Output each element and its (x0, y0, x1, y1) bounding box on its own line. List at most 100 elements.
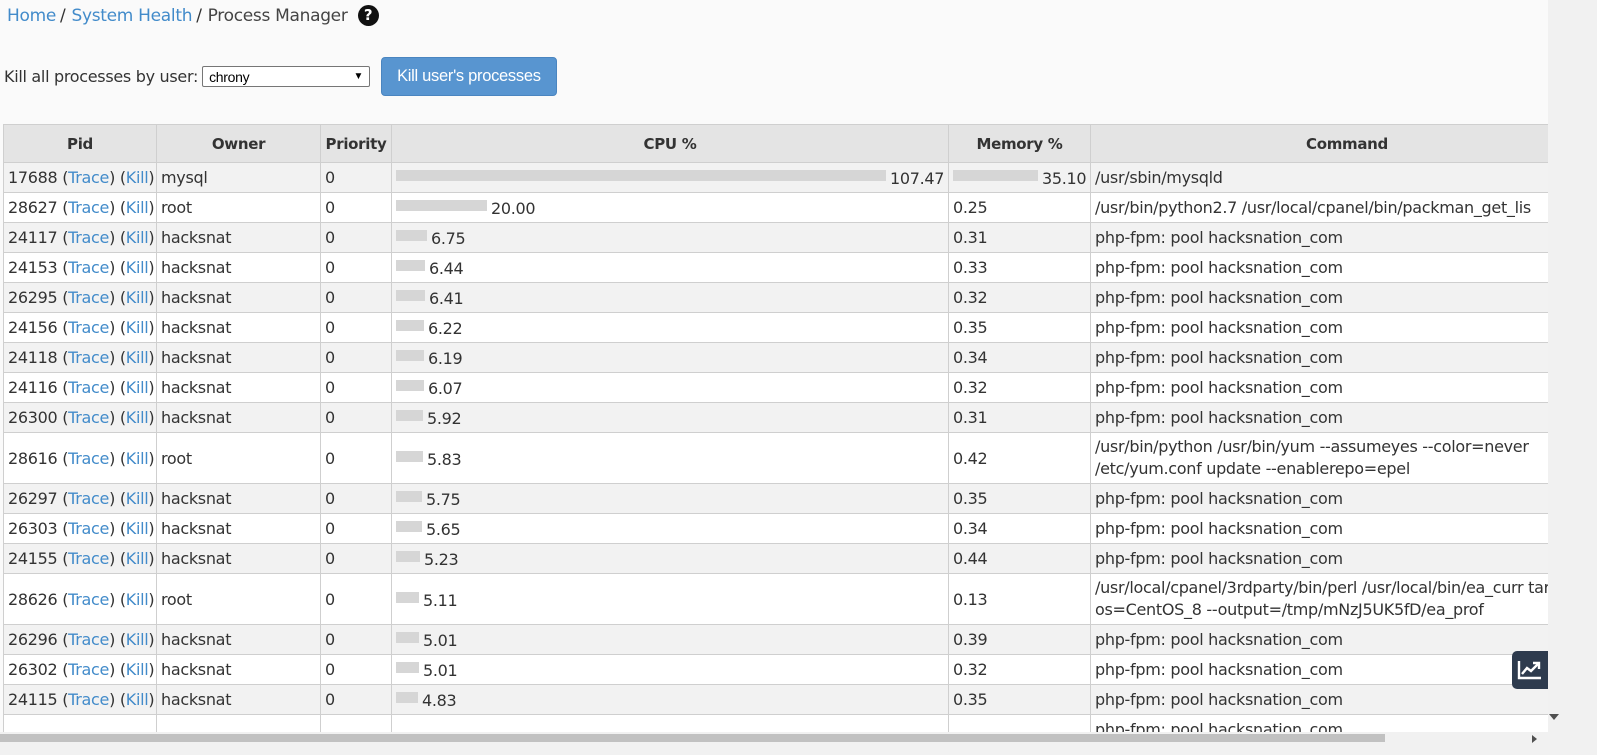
trace-link[interactable]: Trace (68, 630, 109, 649)
owner-cell: root (156, 192, 321, 223)
memory-value: 0.32 (953, 288, 988, 307)
cpu-cell: 5.23 (391, 543, 949, 574)
chart-button[interactable] (1512, 651, 1548, 689)
kill-link[interactable]: Kill (126, 228, 149, 247)
command-cell: /usr/bin/python2.7 /usr/local/cpanel/bin… (1090, 192, 1548, 223)
table-row: 24115 (Trace) (Kill) hacksnat 0 4.83 0.35 php… (3, 684, 1548, 715)
trace-link[interactable]: Trace (68, 549, 109, 568)
kill-link[interactable]: Kill (126, 168, 149, 187)
trace-link[interactable]: Trace (68, 690, 109, 709)
cpu-value: 6.44 (429, 259, 464, 278)
command-cell: /usr/sbin/mysqld (1090, 162, 1548, 193)
process-table: Pid Owner Priority CPU % Memory % Comman… (3, 124, 1548, 732)
kill-link[interactable]: Kill (126, 590, 149, 609)
priority-cell: 0 (320, 483, 392, 514)
pid-cell: 24155 (Trace) (Kill) (3, 543, 157, 574)
trace-link[interactable]: Trace (68, 660, 109, 679)
kill-link[interactable]: Kill (126, 660, 149, 679)
trace-link[interactable]: Trace (68, 449, 109, 468)
memory-value: 0.33 (953, 258, 988, 277)
memory-cell: 0.31 (948, 222, 1091, 253)
command-cell: php-fpm: pool hacksnation_com (1090, 483, 1548, 514)
kill-link[interactable]: Kill (126, 258, 149, 277)
memory-value: 0.32 (953, 660, 988, 679)
column-header-memory[interactable]: Memory % (948, 124, 1091, 163)
trace-link[interactable]: Trace (68, 489, 109, 508)
command-cell: php-fpm: pool hacksnation_com (1090, 624, 1548, 655)
kill-link[interactable]: Kill (126, 449, 149, 468)
table-row: 28626 (Trace) (Kill) root 0 5.11 0.13/usr/lo… (3, 573, 1548, 625)
command-cell: php-fpm: pool hacksnation_com (1090, 342, 1548, 373)
pid-cell: 24115 (Trace) (Kill) (3, 684, 157, 715)
trace-link[interactable]: Trace (68, 408, 109, 427)
user-select[interactable]: chrony ▼ (202, 66, 371, 87)
column-header-owner[interactable]: Owner (156, 124, 321, 163)
memory-value: 0.44 (953, 549, 988, 568)
kill-link[interactable]: Kill (126, 288, 149, 307)
breadcrumb-home[interactable]: Home (7, 6, 56, 26)
pid-value: 26302 (8, 660, 58, 679)
pid-value: 26297 (8, 489, 58, 508)
trace-link[interactable]: Trace (68, 590, 109, 609)
table-row: 26295 (Trace) (Kill) hacksnat 0 6.41 0.32 php… (3, 282, 1548, 313)
cpu-usage-bar (396, 662, 419, 673)
priority-cell: 0 (320, 432, 392, 484)
horizontal-scrollbar-thumb[interactable] (0, 734, 1385, 742)
pid-value: 28627 (8, 198, 58, 217)
kill-link[interactable]: Kill (126, 318, 149, 337)
column-header-priority[interactable]: Priority (320, 124, 392, 163)
trace-link[interactable]: Trace (68, 348, 109, 367)
cpu-cell: 5.01 (391, 654, 949, 685)
owner-cell: hacksnat (156, 252, 321, 283)
cpu-value: 20.00 (491, 199, 536, 218)
kill-link[interactable]: Kill (126, 690, 149, 709)
scroll-down-arrow-icon[interactable] (1549, 714, 1559, 720)
trace-link[interactable]: Trace (68, 318, 109, 337)
cpu-cell: 6.75 (391, 222, 949, 253)
table-row: 24155 (Trace) (Kill) hacksnat 0 5.23 0.44 php… (3, 543, 1548, 574)
chart-line-icon (1517, 661, 1541, 680)
table-row: php-fpm: pool hacksnation_com (3, 714, 1548, 732)
pid-cell: 24117 (Trace) (Kill) (3, 222, 157, 253)
column-header-pid[interactable]: Pid (3, 124, 157, 163)
kill-link[interactable]: Kill (126, 378, 149, 397)
memory-value: 0.35 (953, 318, 988, 337)
command-cell: /usr/local/cpanel/3rdparty/bin/perl /usr… (1090, 573, 1548, 625)
question-circle-icon[interactable]: ? (357, 5, 379, 26)
column-header-cpu[interactable]: CPU % (391, 124, 949, 163)
kill-link[interactable]: Kill (126, 519, 149, 538)
vertical-scrollbar[interactable] (1548, 0, 1597, 755)
scroll-right-arrow-icon[interactable] (1532, 735, 1537, 743)
horizontal-scrollbar[interactable] (0, 732, 1548, 755)
trace-link[interactable]: Trace (68, 378, 109, 397)
table-row: 26302 (Trace) (Kill) hacksnat 0 5.01 0.32 php… (3, 654, 1548, 685)
table-header-row: Pid Owner Priority CPU % Memory % Comman… (3, 124, 1548, 163)
column-header-command[interactable]: Command (1090, 124, 1548, 163)
trace-link[interactable]: Trace (68, 228, 109, 247)
kill-link[interactable]: Kill (126, 348, 149, 367)
cpu-value: 5.83 (427, 449, 462, 469)
trace-link[interactable]: Trace (68, 288, 109, 307)
cpu-value: 5.65 (426, 520, 461, 539)
kill-link[interactable]: Kill (126, 489, 149, 508)
kill-link[interactable]: Kill (126, 549, 149, 568)
cpu-usage-bar (396, 350, 424, 361)
owner-cell: hacksnat (156, 513, 321, 544)
kill-users-processes-button[interactable]: Kill user's processes (381, 57, 557, 96)
owner-cell: hacksnat (156, 624, 321, 655)
trace-link[interactable]: Trace (68, 168, 109, 187)
trace-link[interactable]: Trace (68, 258, 109, 277)
kill-link[interactable]: Kill (126, 408, 149, 427)
trace-link[interactable]: Trace (68, 198, 109, 217)
priority-cell: 0 (320, 372, 392, 403)
page-title: Process Manager (207, 5, 348, 26)
command-cell: php-fpm: pool hacksnation_com (1090, 402, 1548, 433)
pid-value: 28626 (8, 589, 58, 609)
breadcrumb-system-health[interactable]: System Health (71, 6, 192, 26)
kill-link[interactable]: Kill (126, 630, 149, 649)
kill-link[interactable]: Kill (126, 198, 149, 217)
memory-value: 0.13 (953, 589, 988, 609)
kill-user-label: Kill all processes by user: (4, 67, 199, 86)
trace-link[interactable]: Trace (68, 519, 109, 538)
memory-cell: 0.32 (948, 282, 1091, 313)
